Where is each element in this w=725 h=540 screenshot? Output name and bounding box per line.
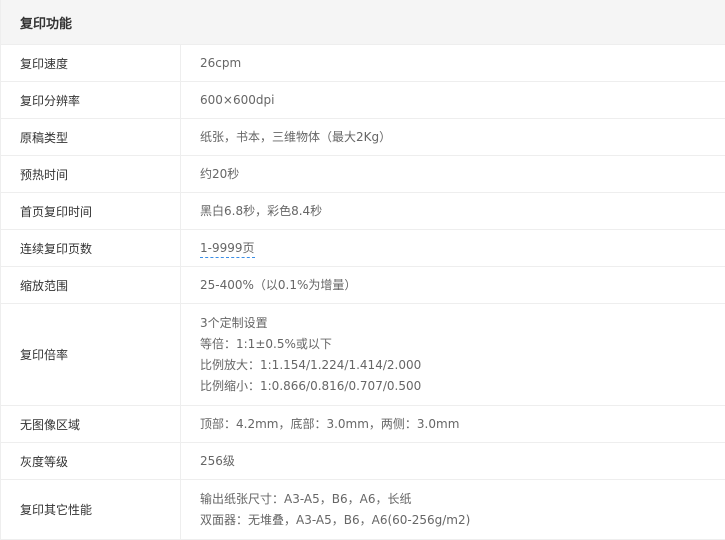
spec-row-warmup-time: 预热时间 约20秒	[1, 156, 725, 193]
spec-value-line: 600×600dpi	[200, 92, 275, 107]
spec-label: 复印其它性能	[1, 480, 181, 539]
spec-label: 首页复印时间	[1, 193, 181, 229]
spec-value: 纸张，书本，三维物体（最大2Kg）	[181, 119, 725, 155]
spec-row-zoom-range: 缩放范围 25-400%（以0.1%为增量）	[1, 267, 725, 304]
spec-label: 灰度等级	[1, 443, 181, 479]
section-title: 复印功能	[20, 16, 73, 32]
spec-value: 黑白6.8秒，彩色8.4秒	[181, 193, 725, 229]
spec-value-line: 25-400%（以0.1%为增量）	[200, 277, 357, 292]
spec-value: 顶部：4.2mm，底部：3.0mm，两侧：3.0mm	[181, 406, 725, 442]
spec-label: 缩放范围	[1, 267, 181, 303]
spec-value-line: 约20秒	[200, 166, 240, 181]
spec-row-copy-speed: 复印速度 26cpm	[1, 45, 725, 82]
spec-value: 600×600dpi	[181, 82, 725, 118]
spec-row-grayscale: 灰度等级 256级	[1, 443, 725, 480]
spec-value-line: 双面器：无堆叠，A3-A5，B6，A6(60-256g/m2)	[200, 512, 471, 527]
spec-row-copy-resolution: 复印分辨率 600×600dpi	[1, 82, 725, 119]
spec-label: 无图像区域	[1, 406, 181, 442]
spec-value-line: 输出纸张尺寸：A3-A5，B6，A6，长纸	[200, 491, 412, 506]
spec-value-line: 等倍：1:1±0.5%或以下	[200, 336, 332, 351]
spec-value: 256级	[181, 443, 725, 479]
spec-value-line: 黑白6.8秒，彩色8.4秒	[200, 203, 323, 218]
spec-label: 原稿类型	[1, 119, 181, 155]
spec-value: 25-400%（以0.1%为增量）	[181, 267, 725, 303]
spec-label: 复印速度	[1, 45, 181, 81]
spec-value-line: 256级	[200, 453, 235, 468]
spec-value: 约20秒	[181, 156, 725, 192]
copy-spec-table: 复印功能 复印速度 26cpm 复印分辨率 600×600dpi 原稿类型 纸张…	[0, 0, 725, 540]
spec-label: 预热时间	[1, 156, 181, 192]
spec-row-copy-ratio: 复印倍率 3个定制设置 等倍：1:1±0.5%或以下 比例放大：1:1.154/…	[1, 304, 725, 406]
spec-value: 3个定制设置 等倍：1:1±0.5%或以下 比例放大：1:1.154/1.224…	[181, 304, 725, 405]
spec-row-original-type: 原稿类型 纸张，书本，三维物体（最大2Kg）	[1, 119, 725, 156]
spec-label: 连续复印页数	[1, 230, 181, 266]
section-header: 复印功能	[1, 0, 725, 45]
spec-value-line: 比例缩小：1:0.866/0.816/0.707/0.500	[200, 378, 422, 393]
spec-value: 输出纸张尺寸：A3-A5，B6，A6，长纸 双面器：无堆叠，A3-A5，B6，A…	[181, 480, 725, 539]
spec-label: 复印分辨率	[1, 82, 181, 118]
spec-label: 复印倍率	[1, 304, 181, 405]
spec-row-other-copy-features: 复印其它性能 输出纸张尺寸：A3-A5，B6，A6，长纸 双面器：无堆叠，A3-…	[1, 480, 725, 540]
spec-row-no-image-area: 无图像区域 顶部：4.2mm，底部：3.0mm，两侧：3.0mm	[1, 406, 725, 443]
spec-row-first-copy-time: 首页复印时间 黑白6.8秒，彩色8.4秒	[1, 193, 725, 230]
spec-row-continuous-copies: 连续复印页数 1-9999页	[1, 230, 725, 267]
spec-value-line: 26cpm	[200, 55, 242, 70]
spec-value: 1-9999页	[181, 230, 725, 266]
spec-value: 26cpm	[181, 45, 725, 81]
spec-value-line: 3个定制设置	[200, 315, 268, 330]
spec-value-line: 纸张，书本，三维物体（最大2Kg）	[200, 129, 392, 144]
spec-value-link[interactable]: 1-9999页	[200, 240, 255, 258]
spec-value-line: 比例放大：1:1.154/1.224/1.414/2.000	[200, 357, 422, 372]
spec-value-line: 顶部：4.2mm，底部：3.0mm，两侧：3.0mm	[200, 416, 460, 431]
